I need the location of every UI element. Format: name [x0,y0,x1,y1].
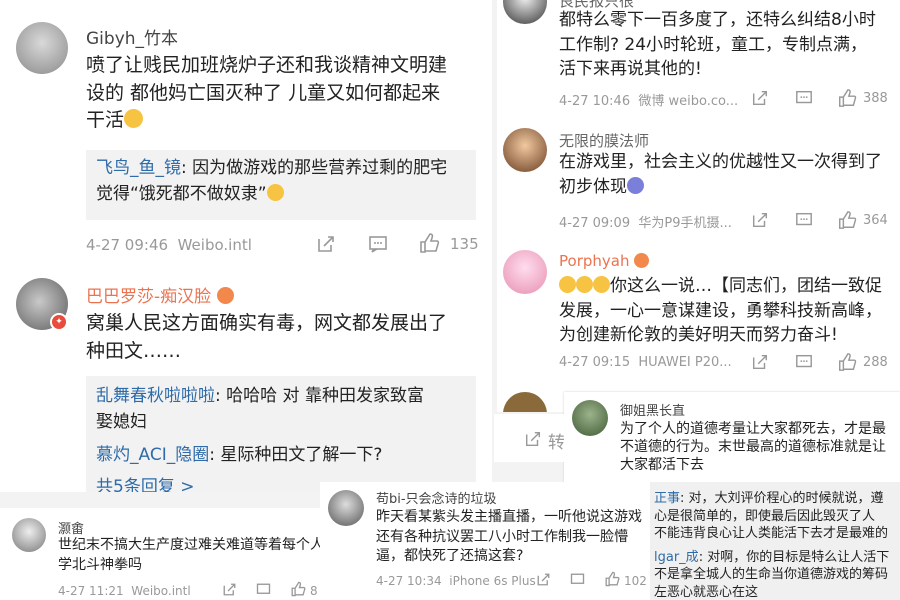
like-count: 135 [450,235,479,253]
share-icon[interactable] [536,572,551,591]
avatar[interactable] [503,128,547,172]
comment-panel-left: Gibyh_竹本 喷了让贱民加班烧炉子还和我谈精神文明建 设的 都他妈亡国灭种了… [0,0,492,492]
username[interactable]: 巴巴罗莎-痴汉脸 [86,282,234,307]
emoji-icon [627,176,644,194]
emoji-icon [559,276,576,293]
username[interactable]: Gibyh_竹本 [86,24,178,49]
share-icon[interactable] [524,430,542,452]
like-count: 388 [863,91,888,106]
timestamp: 4-27 09:15 HUAWEI P20... [559,355,732,370]
reply-user[interactable]: 乱舞春秋啦啦啦 [96,386,215,406]
timestamp: 4-27 09:46 Weibo.intl [86,236,252,254]
comment-panel-right: 良民报只很 都特么零下一百多度了，还特么纠结8小时 工作制? 24小时轮班，童工… [497,0,900,412]
username[interactable]: 无限的膜法师 [559,130,649,151]
reply-user[interactable]: 正事 [654,491,680,506]
like-icon[interactable] [837,88,857,112]
emoji-icon [593,276,610,293]
avatar[interactable] [572,400,608,436]
avatar[interactable] [328,490,364,526]
like-icon[interactable] [837,352,857,376]
share-icon[interactable] [751,89,769,111]
share-icon[interactable] [751,211,769,233]
like-icon[interactable] [418,232,440,258]
timestamp: 4-27 11:21 Weibo.intl [58,584,191,598]
verified-badge: ✦ [50,313,68,331]
username[interactable]: 御姐黑长直 [620,400,685,419]
emoji-icon [576,276,593,293]
reply-box[interactable]: 飞鸟_鱼_镜: 因为做游戏的那些营养过剩的肥宅 觉得“饿死都不做奴隶” [86,150,476,220]
comment-text: 为了个人的道德考量让大家都死去，才是最 不道德的行为。末世最高的道德标准就是让 … [620,421,886,474]
avatar[interactable] [16,22,68,74]
comment-icon[interactable] [795,353,813,375]
share-icon[interactable] [222,582,237,600]
username[interactable]: 灏畬 [58,518,84,537]
like-count: 288 [863,355,888,370]
fragment-text: 转 [548,433,564,453]
share-icon[interactable] [316,234,336,258]
share-icon[interactable] [751,353,769,375]
love-emoji-icon [216,287,234,304]
reply-panel-bottom-right: 正事: 对，大刘评价程心的时候就说，遵 心是很简单的，即使最后因此毁灭了人 不能… [650,482,900,600]
comment-text: 世纪末不搞大生产度过难关难道等着每个人 学北斗神拳吗 [58,537,320,573]
avatar[interactable] [503,392,547,412]
comment-icon[interactable] [795,211,813,233]
comment-text: 昨天看某紫头发主播直播，一听他说这游戏 还有各种抗议罢工八小时工作制我一脸懵 逼… [376,509,642,565]
avatar[interactable] [503,250,547,294]
timestamp: 4-27 09:09 华为P9手机摄... [559,216,732,231]
comment-text: 喷了让贱民加班烧炉子还和我谈精神文明建 设的 都他妈亡国灭种了 儿童又如何都起来… [86,54,448,132]
comment-icon[interactable] [256,582,271,600]
like-icon[interactable] [604,571,620,591]
like-icon[interactable] [837,210,857,234]
avatar[interactable] [12,518,46,552]
love-emoji-icon [634,253,650,268]
comment-icon[interactable] [368,234,388,258]
like-count: 102 [624,574,647,588]
smile-emoji-icon [266,183,284,201]
timestamp: 4-27 10:46 微博 weibo.co... [559,94,739,109]
comment-panel-bottom-middle: 苟bi-只会念诗的垃圾 昨天看某紫头发主播直播，一听他说这游戏 还有各种抗议罢工… [320,482,650,600]
reply-text: 正事: 对，大刘评价程心的时候就说，遵 心是很简单的，即使最后因此毁灭了人 不能… [654,491,890,600]
comment-panel-bottom-left: 灏畬 世纪末不搞大生产度过难关难道等着每个人 学北斗神拳吗 4-27 11:21… [0,508,320,600]
comment-text: 你这么一说…【同志们，团结一致促 发展，一心一意谋建设，勇攀科技新高峰， 为创建… [559,276,882,346]
fragment-panel: 转 [494,414,564,462]
reply-user[interactable]: lgar_成 [654,550,699,565]
timestamp: 4-27 10:34 iPhone 6s Plus [376,574,536,588]
comment-text: 窝巢人民这方面确实有毒，网文都发展出了 种田文…… [86,312,448,362]
comment-text: 在游戏里，社会主义的优越性又一次得到了 初步体现 [559,152,882,197]
reply-user[interactable]: 慕灼_ACI_隐圈 [96,445,209,465]
reply-box[interactable]: 乱舞春秋啦啦啦: 哈哈哈 对 靠种田发家致富 娶媳妇 慕灼_ACI_隐圈: 星际… [86,376,476,492]
comment-icon[interactable] [570,572,585,591]
comment-icon[interactable] [795,89,813,111]
comment-panel-overlay: 御姐黑长直 为了个人的道德考量让大家都死去，才是最 不道德的行为。末世最高的道德… [564,392,900,482]
like-count: 8 [310,584,318,598]
laugh-emoji-icon [124,109,144,129]
username[interactable]: Porphyah [559,252,650,270]
like-count: 364 [863,213,888,228]
username[interactable]: 苟bi-只会念诗的垃圾 [376,488,497,507]
avatar[interactable] [503,0,547,24]
like-icon[interactable] [290,581,306,600]
reply-user[interactable]: 飞鸟_鱼_镜 [96,158,181,178]
comment-text: 都特么零下一百多度了，还特么纠结8小时 工作制? 24小时轮班，童工，专制点满，… [559,10,876,80]
